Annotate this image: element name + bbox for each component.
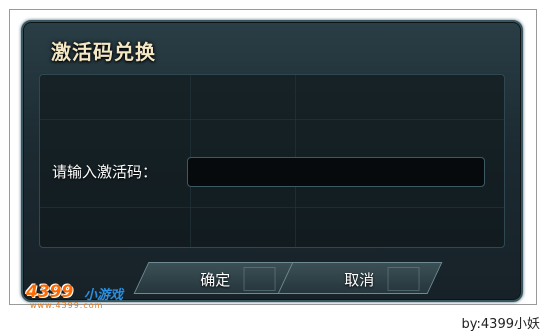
background-divider	[40, 119, 504, 120]
dialog-content-panel: 请输入激活码：	[39, 74, 505, 248]
cancel-button-label: 取消	[344, 271, 375, 289]
background-divider	[40, 207, 504, 208]
code-prompt-label: 请输入激活码：	[52, 163, 158, 181]
logo-url-text: www.4399.com	[30, 301, 104, 310]
activation-code-input[interactable]	[187, 157, 485, 187]
confirm-button-label: 确定	[200, 271, 231, 289]
cancel-button[interactable]: 取消	[277, 262, 443, 294]
author-credit: by:4399小妖	[461, 317, 540, 332]
activation-dialog: 激活码兑换 请输入激活码： 确定 取消	[21, 20, 523, 302]
logo-main-text: 4399	[26, 282, 74, 302]
dialog-title: 激活码兑换	[51, 40, 156, 64]
confirm-button[interactable]: 确定	[133, 262, 299, 294]
